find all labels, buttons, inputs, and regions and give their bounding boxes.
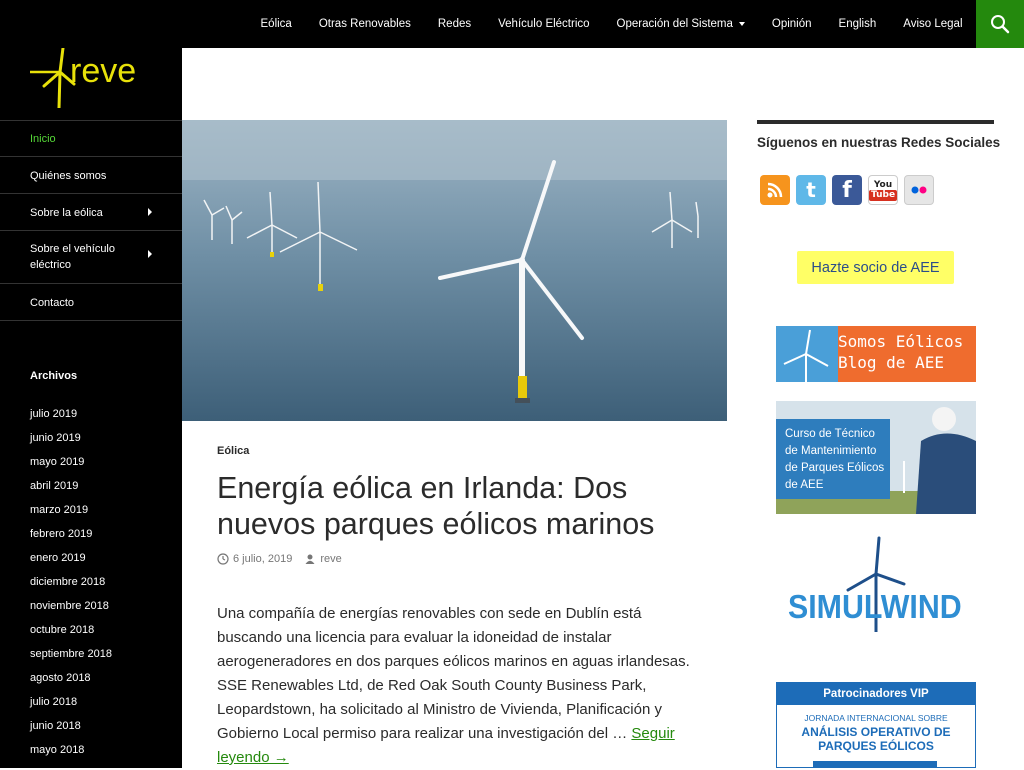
twitter-icon[interactable]: t [796, 175, 826, 205]
search-button[interactable] [976, 0, 1024, 48]
simulwind-text: SIMULWIND [788, 588, 962, 625]
dropdown-caret-icon [738, 21, 745, 26]
archive-link[interactable]: enero 2019 [30, 546, 170, 570]
course-banner-text: Curso de Técnico de Mantenimiento de Par… [776, 419, 890, 499]
flickr-icon[interactable] [904, 175, 934, 205]
social-widget-title: Síguenos en nuestras Redes Sociales [757, 135, 1001, 150]
archive-link[interactable]: octubre 2018 [30, 618, 170, 642]
nav-operacion-del-sistema[interactable]: Operación del Sistema [603, 0, 758, 48]
join-aee-button[interactable]: Hazte socio de AEE [797, 251, 954, 284]
simulwind-banner[interactable]: SIMULWIND [776, 532, 976, 642]
user-icon [305, 554, 315, 564]
archive-link[interactable]: julio 2018 [30, 690, 170, 714]
logo-text: reve [70, 52, 136, 90]
archive-link[interactable]: septiembre 2018 [30, 642, 170, 666]
featured-image[interactable] [182, 120, 727, 421]
site-logo[interactable]: reve [30, 46, 154, 110]
menu-item-contacto[interactable]: Contacto [0, 284, 182, 321]
vip-date-bar [813, 761, 937, 767]
menu-item-inicio[interactable]: Inicio [0, 121, 182, 157]
vip-subtitle: JORNADA INTERNACIONAL SOBRE [804, 713, 948, 723]
archive-link[interactable]: agosto 2018 [30, 666, 170, 690]
post-author-link[interactable]: reve [320, 553, 341, 565]
submenu-arrow-icon[interactable] [148, 208, 152, 216]
top-bar: Eólica Otras Renovables Redes Vehículo E… [0, 0, 1024, 48]
archive-link[interactable]: junio 2019 [30, 426, 170, 450]
archive-link[interactable]: marzo 2019 [30, 498, 170, 522]
widget-divider [757, 120, 994, 124]
nav-opinion[interactable]: Opinión [758, 0, 825, 48]
submenu-arrow-icon[interactable] [148, 250, 152, 258]
main-menu: Inicio Quiénes somos Sobre la eólica Sob… [0, 120, 182, 321]
clock-icon [217, 553, 229, 565]
archive-link[interactable]: mayo 2018 [30, 738, 170, 762]
wind-turbine-icon [776, 326, 838, 382]
top-navigation: Eólica Otras Renovables Redes Vehículo E… [247, 0, 976, 48]
archive-link[interactable]: mayo 2019 [30, 450, 170, 474]
blog-banner-text: Somos Eólicos Blog de AEE [838, 332, 964, 372]
youtube-icon[interactable]: You Tube [868, 175, 898, 205]
vip-sponsors-banner[interactable]: Patrocinadores VIP JORNADA INTERNACIONAL… [776, 682, 976, 768]
archive-link[interactable]: abril 2019 [30, 474, 170, 498]
wind-turbine-logo-icon: reve [30, 46, 136, 109]
search-icon [991, 15, 1010, 34]
vip-headline: ANÁLISIS OPERATIVO DE PARQUES EÓLICOS [801, 725, 951, 753]
social-icons: t f You Tube [760, 175, 934, 205]
nav-english[interactable]: English [825, 0, 890, 48]
menu-item-label: Sobre el vehículo eléctrico [30, 243, 115, 271]
post-date-link[interactable]: 6 julio, 2019 [233, 553, 292, 565]
post-excerpt-text: Una compañía de energías renovables con … [217, 605, 690, 742]
post-title[interactable]: Energía eólica en Irlanda: Dos nuevos pa… [217, 470, 707, 542]
menu-item-sobre-la-eolica[interactable]: Sobre la eólica [0, 194, 182, 231]
archive-link[interactable]: junio 2018 [30, 714, 170, 738]
post-category-link[interactable]: Eólica [217, 445, 249, 457]
archives-title: Archivos [30, 370, 78, 382]
rss-icon[interactable] [760, 175, 790, 205]
nav-otras-renovables[interactable]: Otras Renovables [305, 0, 424, 48]
archive-link[interactable]: noviembre 2018 [30, 594, 170, 618]
menu-item-quienes-somos[interactable]: Quiénes somos [0, 157, 182, 194]
nav-eolica[interactable]: Eólica [247, 0, 305, 48]
nav-vehiculo-electrico[interactable]: Vehículo Eléctrico [485, 0, 603, 48]
vip-title: Patrocinadores VIP [777, 683, 975, 705]
archives-widget: Archivos julio 2019 junio 2019 mayo 2019… [30, 370, 170, 762]
blog-aee-banner[interactable]: Somos Eólicos Blog de AEE [776, 326, 976, 382]
menu-item-sobre-el-vehiculo[interactable]: Sobre el vehículo eléctrico [0, 231, 182, 284]
left-sidebar: reve Inicio Quiénes somos Sobre la eólic… [0, 46, 182, 768]
archive-link[interactable]: febrero 2019 [30, 522, 170, 546]
post-excerpt: Una compañía de energías renovables con … [217, 602, 697, 770]
nav-aviso-legal[interactable]: Aviso Legal [890, 0, 976, 48]
archive-link[interactable]: diciembre 2018 [30, 570, 170, 594]
course-banner[interactable]: Curso de Técnico de Mantenimiento de Par… [776, 401, 976, 514]
nav-operacion-label: Operación del Sistema [616, 18, 733, 30]
menu-item-label: Sobre la eólica [30, 207, 103, 219]
nav-redes[interactable]: Redes [424, 0, 484, 48]
facebook-icon[interactable]: f [832, 175, 862, 205]
post-meta: 6 julio, 2019 reve [217, 553, 342, 565]
archive-link[interactable]: julio 2019 [30, 402, 170, 426]
